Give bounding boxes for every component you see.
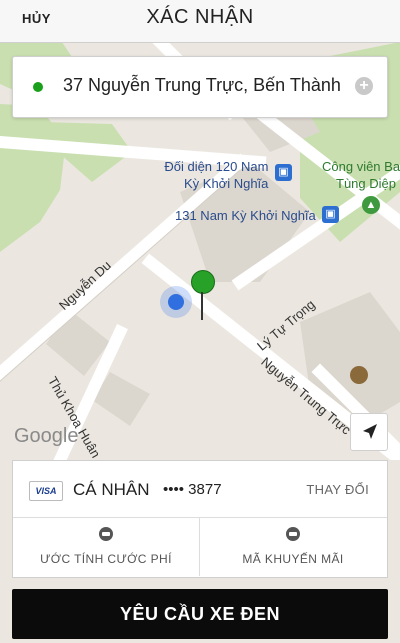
locate-me-button[interactable] bbox=[350, 413, 388, 451]
card-number: •••• 3877 bbox=[163, 481, 222, 498]
ride-options-panel: VISA CÁ NHÂN •••• 3877 THAY ĐỔI ƯỚC TÍNH… bbox=[12, 460, 388, 578]
promo-code-label: MÃ KHUYẾN MÃI bbox=[242, 552, 344, 566]
current-location-dot bbox=[160, 286, 192, 318]
request-ride-label: YÊU CẦU XE ĐEN bbox=[119, 604, 281, 624]
bus-stop-icon: ▣ bbox=[322, 206, 339, 223]
fare-estimate-icon bbox=[99, 527, 113, 541]
book-icon bbox=[350, 366, 368, 384]
park-label: Công viên Ba Tùng Diệp bbox=[322, 159, 400, 191]
payment-method-row[interactable]: VISA CÁ NHÂN •••• 3877 THAY ĐỔI bbox=[13, 461, 387, 518]
bus-stop-icon: ▣ bbox=[275, 164, 292, 181]
location-arrow-icon bbox=[363, 424, 377, 439]
change-payment-button[interactable]: THAY ĐỔI bbox=[306, 482, 369, 497]
google-logo: Google bbox=[14, 425, 79, 447]
top-bar: HỦY XÁC NHẬN bbox=[0, 0, 400, 43]
promo-code-button[interactable]: MÃ KHUYẾN MÃI bbox=[200, 518, 386, 576]
request-ride-button[interactable]: YÊU CẦU XE ĐEN bbox=[12, 589, 388, 639]
payment-profile-name: CÁ NHÂN bbox=[73, 480, 150, 499]
fare-estimate-label: ƯỚC TÍNH CƯỚC PHÍ bbox=[40, 552, 172, 566]
pickup-address: 37 Nguyễn Trung Trực, Bến Thành bbox=[63, 75, 341, 95]
visa-card-icon: VISA bbox=[29, 481, 63, 501]
poi-label: 131 Nam Kỳ Khởi Nghĩa bbox=[175, 208, 316, 223]
pickup-pin-icon bbox=[190, 270, 215, 322]
tree-icon: ▲ bbox=[362, 196, 380, 214]
page-title: XÁC NHẬN bbox=[146, 6, 254, 28]
add-stop-icon[interactable]: + bbox=[355, 77, 373, 95]
promo-icon bbox=[286, 527, 300, 541]
poi-label: Đối diện 120 Nam Kỳ Khởi Nghĩa bbox=[164, 159, 269, 191]
pickup-address-bar[interactable]: 37 Nguyễn Trung Trực, Bến Thành + bbox=[12, 56, 388, 118]
pickup-dot-icon bbox=[33, 82, 43, 92]
fare-estimate-button[interactable]: ƯỚC TÍNH CƯỚC PHÍ bbox=[13, 518, 200, 576]
